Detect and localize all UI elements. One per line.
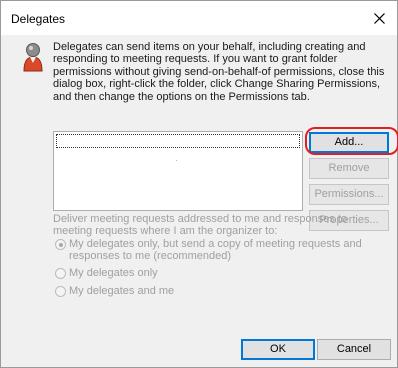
radio-button[interactable] [55,239,66,250]
user-avatar-icon [23,43,43,72]
radio-button[interactable] [55,286,66,297]
radio-label: My delegates only [69,267,158,279]
window-title: Delegates [11,12,66,26]
radio-button[interactable] [55,268,66,279]
radio-label: My delegates and me [69,285,175,297]
close-icon [373,12,385,24]
radio-option-delegates-only[interactable]: My delegates only [55,267,158,279]
radio-label: My delegates only, but send a copy of me… [69,238,362,263]
radio-option-delegates-copy[interactable]: My delegates only, but send a copy of me… [55,238,375,263]
delegates-dialog: Delegates Delegates can send items on yo… [0,0,398,368]
title-bar: Delegates [1,1,397,35]
list-focus-item[interactable] [56,134,300,148]
list-empty-area [176,160,177,161]
permissions-button[interactable]: Permissions... [309,184,389,205]
add-button[interactable]: Add... [309,132,389,153]
description-text: Delegates can send items on your behalf,… [53,41,385,103]
remove-button[interactable]: Remove [309,158,389,179]
cancel-button[interactable]: Cancel [317,339,391,360]
close-button[interactable] [365,4,393,32]
radio-option-delegates-and-me[interactable]: My delegates and me [55,285,174,297]
ok-button[interactable]: OK [241,339,315,360]
deliver-label: Deliver meeting requests addressed to me… [53,213,348,238]
delegates-list[interactable] [53,131,303,211]
